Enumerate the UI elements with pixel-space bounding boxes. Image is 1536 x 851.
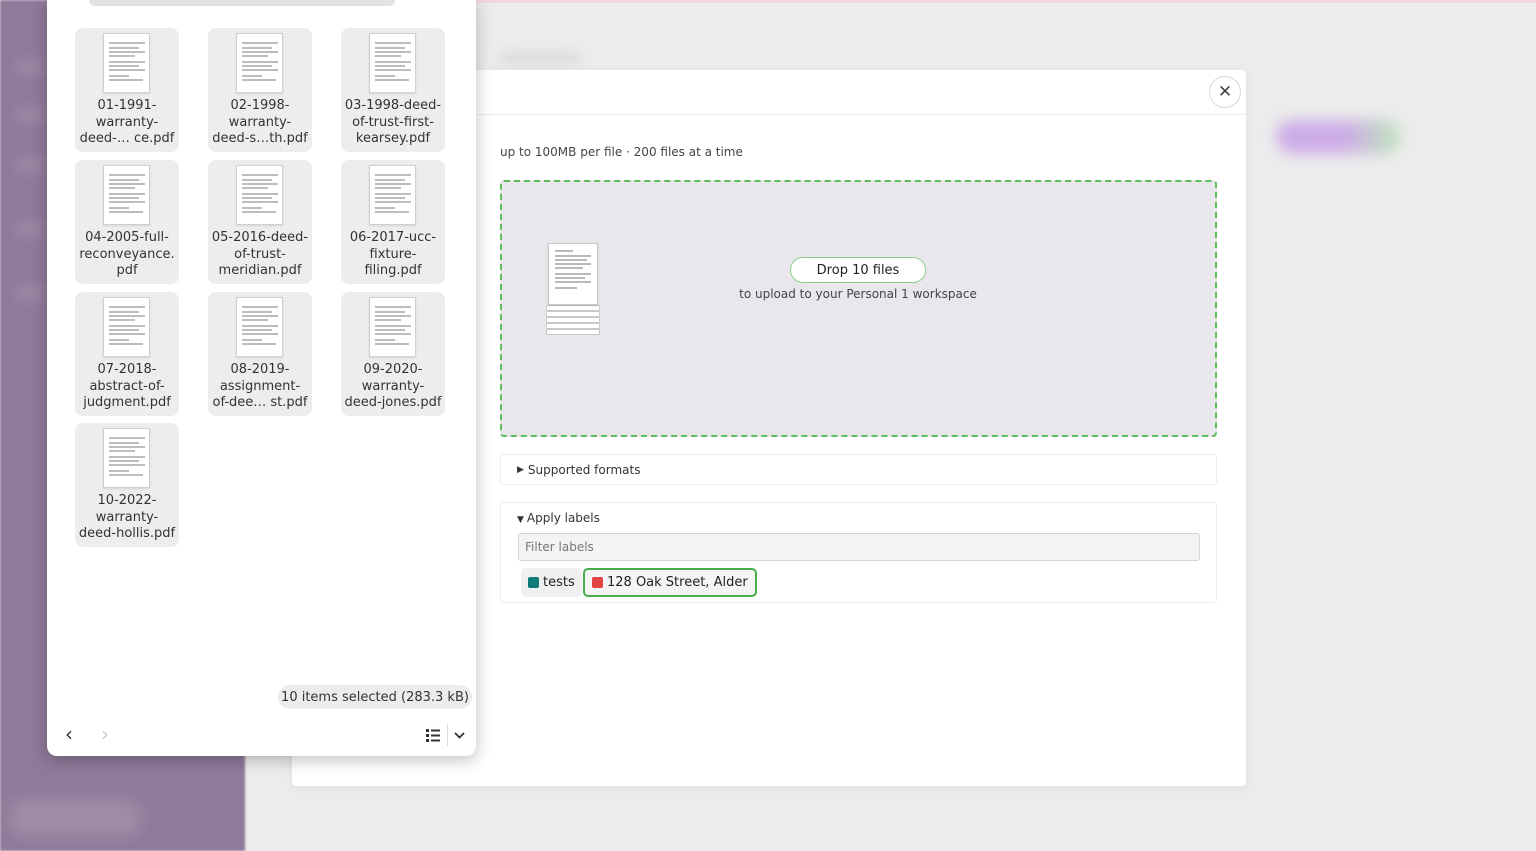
file-tile[interactable]: 01-1991- warranty- deed-… ce.pdf bbox=[75, 28, 179, 152]
file-name: 02-1998- warranty- deed-s…th.pdf bbox=[212, 98, 308, 146]
background-sidebar-blur bbox=[14, 286, 44, 300]
forward-button[interactable]: › bbox=[94, 722, 116, 746]
file-tile[interactable]: 10-2022- warranty- deed-hollis.pdf bbox=[75, 423, 179, 547]
stack-sheet bbox=[546, 317, 600, 323]
view-separator bbox=[447, 724, 448, 746]
label-chip-tests[interactable]: tests bbox=[521, 568, 582, 597]
file-name: 07-2018- abstract-of- judgment.pdf bbox=[83, 362, 171, 410]
pdf-thumbnail-icon bbox=[369, 33, 416, 93]
label-color-swatch bbox=[528, 577, 539, 588]
filter-labels-input[interactable] bbox=[518, 533, 1200, 561]
close-button[interactable]: ✕ bbox=[1209, 76, 1241, 108]
file-chooser-scrollbar[interactable] bbox=[89, 0, 395, 6]
drop-files-button[interactable]: Drop 10 files bbox=[790, 257, 926, 283]
back-button[interactable]: ‹ bbox=[58, 722, 80, 746]
background-sidebar-blur bbox=[14, 158, 44, 172]
chevron-right-icon: › bbox=[101, 722, 109, 746]
selection-summary: 10 items selected (283.3 kB) bbox=[278, 685, 472, 709]
list-view-icon bbox=[426, 728, 440, 742]
close-icon: ✕ bbox=[1217, 82, 1233, 102]
apply-labels-title: Apply labels bbox=[526, 511, 600, 525]
pdf-thumbnail-icon bbox=[103, 428, 150, 488]
file-tile[interactable]: 04-2005-full- reconveyance. pdf bbox=[75, 160, 179, 284]
pdf-thumbnail-icon bbox=[103, 33, 150, 93]
file-name: 10-2022- warranty- deed-hollis.pdf bbox=[78, 493, 176, 541]
pdf-thumbnail-icon bbox=[369, 165, 416, 225]
drop-zone-subtitle: to upload to your Personal 1 workspace bbox=[739, 287, 977, 301]
file-tile[interactable]: 05-2016-deed- of-trust- meridian.pdf bbox=[208, 160, 312, 284]
supported-formats-toggle[interactable]: ▶ Supported formats bbox=[500, 454, 1217, 485]
file-name: 05-2016-deed- of-trust- meridian.pdf bbox=[211, 230, 309, 278]
stack-sheet bbox=[546, 329, 600, 335]
file-name: 09-2020- warranty- deed-jones.pdf bbox=[344, 362, 442, 410]
file-name: 08-2019- assignment- of-dee… st.pdf bbox=[212, 362, 308, 410]
triangle-down-icon: ▼ bbox=[517, 515, 524, 525]
stack-sheet bbox=[546, 311, 600, 317]
stack-sheet bbox=[546, 305, 600, 311]
background-sidebar-blur bbox=[14, 222, 44, 236]
upload-limits-text: up to 100MB per file · 200 files at a ti… bbox=[500, 145, 743, 159]
pdf-thumbnail-icon bbox=[103, 165, 150, 225]
background-blurred-text bbox=[500, 52, 580, 64]
supported-formats-label: Supported formats bbox=[527, 462, 641, 477]
pdf-thumbnail-icon bbox=[236, 165, 283, 225]
chevron-down-icon bbox=[453, 731, 465, 739]
apply-labels-toggle[interactable]: ▼ Apply labels bbox=[517, 511, 600, 525]
file-tile[interactable]: 08-2019- assignment- of-dee… st.pdf bbox=[208, 292, 312, 416]
file-name: 03-1998-deed- of-trust-first- kearsey.pd… bbox=[344, 98, 442, 146]
label-chip-128-oak-street[interactable]: 128 Oak Street, Alder bbox=[583, 568, 757, 597]
triangle-right-icon: ▶ bbox=[517, 464, 524, 475]
pdf-thumbnail-icon bbox=[236, 33, 283, 93]
background-sidebar-blur bbox=[14, 108, 44, 122]
view-options-dropdown[interactable] bbox=[450, 725, 468, 745]
file-tile[interactable]: 07-2018- abstract-of- judgment.pdf bbox=[75, 292, 179, 416]
file-name: 01-1991- warranty- deed-… ce.pdf bbox=[79, 98, 175, 146]
file-tile[interactable]: 06-2017-ucc- fixture- filing.pdf bbox=[341, 160, 445, 284]
pdf-thumbnail-icon bbox=[236, 297, 283, 357]
document-stack-icon bbox=[546, 243, 602, 335]
label-chip-text: 128 Oak Street, Alder bbox=[607, 575, 748, 590]
chevron-left-icon: ‹ bbox=[65, 722, 73, 746]
drop-zone[interactable] bbox=[500, 180, 1217, 437]
upload-dialog-header bbox=[476, 70, 1246, 115]
file-tile[interactable]: 09-2020- warranty- deed-jones.pdf bbox=[341, 292, 445, 416]
file-name: 04-2005-full- reconveyance. pdf bbox=[79, 230, 175, 278]
background-sidebar-blur bbox=[14, 60, 44, 74]
background-sidebar-footer bbox=[10, 800, 140, 836]
stack-sheet bbox=[546, 323, 600, 329]
file-name: 06-2017-ucc- fixture- filing.pdf bbox=[349, 230, 437, 278]
pdf-thumbnail-icon bbox=[103, 297, 150, 357]
file-tile[interactable]: 02-1998- warranty- deed-s…th.pdf bbox=[208, 28, 312, 152]
stack-front-page bbox=[548, 243, 598, 305]
label-color-swatch bbox=[592, 577, 603, 588]
pdf-thumbnail-icon bbox=[369, 297, 416, 357]
label-chip-text: tests bbox=[543, 575, 575, 590]
background-blurred-button bbox=[1276, 120, 1401, 154]
apply-labels-section: ▼Apply labels tests 128 Oak Street, Alde… bbox=[500, 502, 1217, 603]
list-view-button[interactable] bbox=[423, 725, 443, 745]
file-tile[interactable]: 03-1998-deed- of-trust-first- kearsey.pd… bbox=[341, 28, 445, 152]
